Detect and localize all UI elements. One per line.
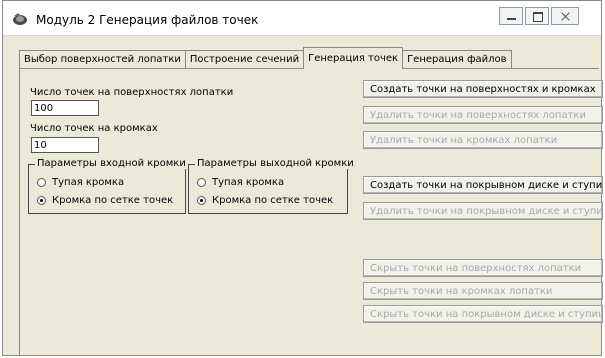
edge-points-input[interactable] bbox=[31, 137, 99, 153]
surface-points-input[interactable] bbox=[31, 100, 99, 116]
surface-points-label: Число точек на поверхностях лопатки bbox=[30, 87, 234, 98]
radio-icon bbox=[37, 178, 46, 187]
delete-disk-hub-points-button[interactable]: Удалить точки на покрывном диске и ступи… bbox=[363, 202, 603, 220]
outlet-grid-label: Кромка по сетке точек bbox=[212, 195, 334, 206]
inlet-grid-radio[interactable]: Кромка по сетке точек bbox=[37, 195, 173, 206]
window-title: Модуль 2 Генерация файлов точек bbox=[36, 13, 259, 27]
inlet-edge-title: Параметры входной кромки bbox=[35, 158, 188, 169]
app-icon bbox=[13, 13, 27, 25]
module-window: Модуль 2 Генерация файлов точек Выбор по… bbox=[2, 0, 603, 356]
hide-surface-points-button[interactable]: Скрыть точки на поверхностях лопатки bbox=[363, 259, 603, 277]
outlet-blunt-radio[interactable]: Тупая кромка bbox=[197, 177, 284, 188]
outlet-blunt-label: Тупая кромка bbox=[212, 177, 285, 188]
tab-point-generation[interactable]: Генерация точек bbox=[303, 47, 404, 69]
delete-surface-points-button[interactable]: Удалить точки на поверхностях лопатки bbox=[363, 106, 603, 124]
tab-strip: Выбор поверхностей лопатки Построение се… bbox=[19, 47, 512, 69]
inlet-grid-label: Кромка по сетке точек bbox=[52, 195, 174, 206]
tab-sections[interactable]: Построение сечений bbox=[184, 50, 305, 69]
outlet-grid-radio[interactable]: Кромка по сетке точек bbox=[197, 195, 333, 206]
outlet-edge-group: Параметры выходной кромки Тупая кромка К… bbox=[188, 158, 356, 214]
hide-edge-points-button[interactable]: Скрыть точки на кромках лопатки bbox=[363, 282, 603, 300]
create-disk-hub-points-button[interactable]: Создать точки на покрывном диске и ступи… bbox=[363, 176, 603, 194]
outlet-edge-title: Параметры выходной кромки bbox=[195, 158, 356, 169]
radio-icon bbox=[197, 178, 206, 187]
inlet-blunt-radio[interactable]: Тупая кромка bbox=[37, 177, 124, 188]
close-icon[interactable] bbox=[551, 7, 579, 25]
edge-points-label: Число точек на кромках bbox=[30, 123, 158, 134]
title-bar[interactable]: Модуль 2 Генерация файлов точек bbox=[3, 1, 601, 36]
maximize-icon[interactable] bbox=[525, 7, 549, 25]
create-surface-points-button[interactable]: Создать точки на поверхностях и кромках bbox=[363, 80, 603, 98]
tab-file-generation[interactable]: Генерация файлов bbox=[402, 50, 512, 69]
radio-selected-icon bbox=[197, 196, 206, 205]
inlet-blunt-label: Тупая кромка bbox=[52, 177, 125, 188]
hide-disk-hub-points-button[interactable]: Скрыть точки на покрывном диске и ступиц… bbox=[363, 305, 603, 323]
window-controls bbox=[497, 7, 579, 25]
tab-surface-selection[interactable]: Выбор поверхностей лопатки bbox=[19, 50, 186, 69]
minimize-icon[interactable] bbox=[499, 7, 523, 25]
inlet-edge-group: Параметры входной кромки Тупая кромка Кр… bbox=[28, 158, 188, 214]
delete-edge-points-button[interactable]: Удалить точки на кромках лопатки bbox=[363, 131, 603, 149]
radio-selected-icon bbox=[37, 196, 46, 205]
